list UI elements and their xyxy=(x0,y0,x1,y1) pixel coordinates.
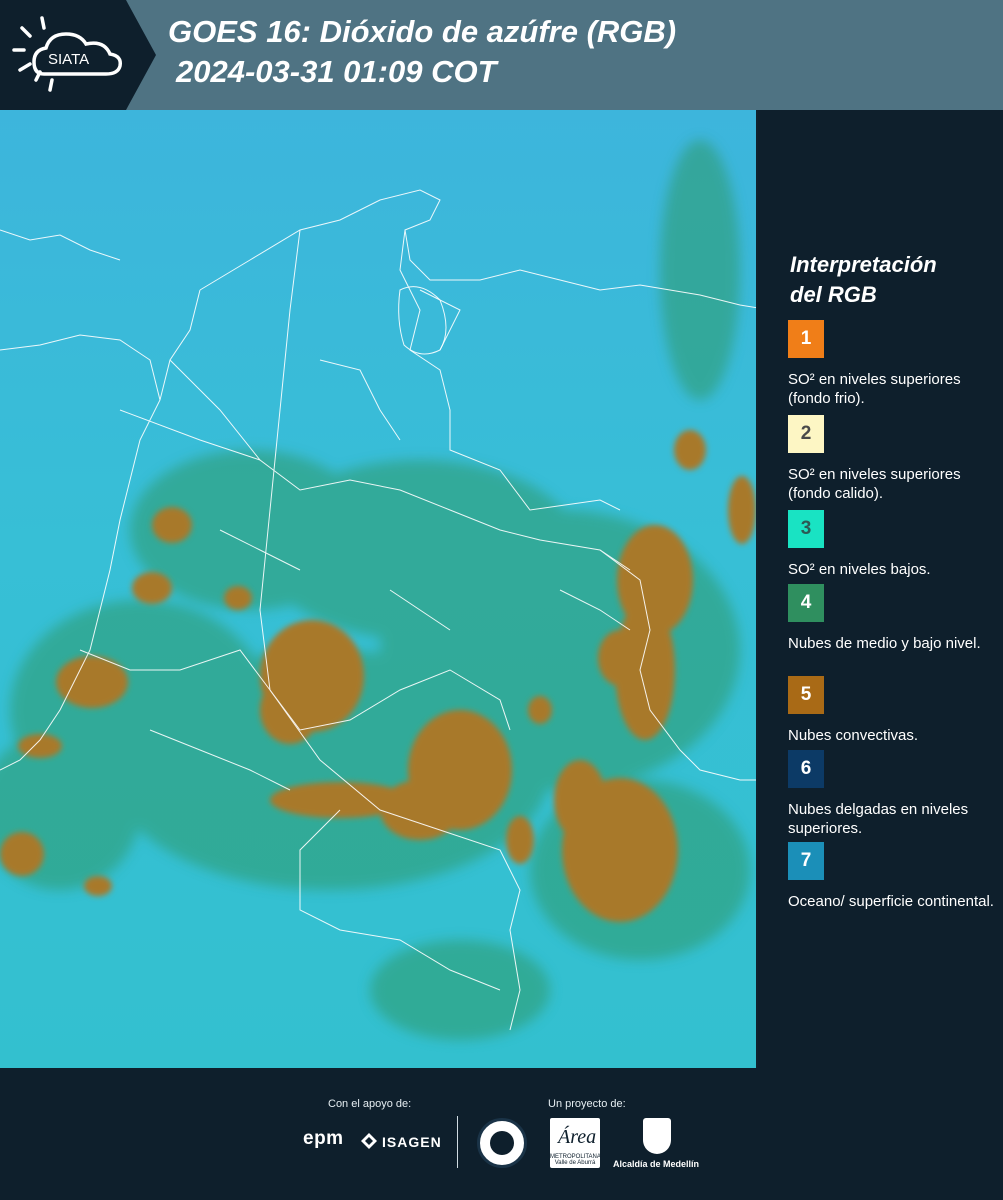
legend-item-7: 7 Oceano/ superficie continental. xyxy=(788,842,998,911)
header-bar: SIATA GOES 16: Dióxido de azúfre (RGB) 2… xyxy=(0,0,1003,110)
legend-swatch-4: 4 xyxy=(788,584,824,622)
legend-panel: Interpretación del RGB 1 SO² en niveles … xyxy=(758,110,1003,1068)
support-label: Con el apoyo de: xyxy=(328,1098,412,1110)
legend-swatch-1: 1 xyxy=(788,320,824,358)
legend-number-4: 4 xyxy=(800,592,812,613)
legend-item-3: 3 SO² en niveles bajos. xyxy=(788,510,998,579)
legend-text-1: SO² en niveles superiores (fondo frio). xyxy=(788,371,961,407)
legend-item-5: 5 Nubes convectivas. xyxy=(788,676,998,745)
siata-logo: SIATA xyxy=(0,0,160,110)
legend-item-2: 2 SO² en niveles superiores (fondo calid… xyxy=(788,415,998,503)
isagen-text: ISAGEN xyxy=(382,1134,442,1150)
area-logo-text: Área xyxy=(558,1126,597,1148)
project-label: Un proyecto de: xyxy=(548,1098,626,1110)
legend-number-3: 3 xyxy=(800,518,812,539)
legend-title: Interpretación del RGB xyxy=(790,250,990,310)
legend-text-3: SO² en niveles bajos. xyxy=(788,561,931,578)
legend-item-1: 1 SO² en niveles superiores (fondo frio)… xyxy=(788,320,998,408)
legend-item-6: 6 Nubes delgadas en niveles superiores. xyxy=(788,750,998,838)
alcaldia-label: Alcaldía de Medellín xyxy=(613,1159,700,1169)
legend-title-line1: Interpretación xyxy=(790,252,937,277)
footer: Con el apoyo de: Un proyecto de: epm ISA… xyxy=(0,1068,1003,1200)
footer-divider xyxy=(457,1116,458,1168)
legend-swatch-2: 2 xyxy=(788,415,824,453)
legend-item-4: 4 Nubes de medio y bajo nivel. xyxy=(788,584,998,653)
alcaldia-crest-icon xyxy=(643,1118,671,1154)
isagen-logo: ISAGEN xyxy=(360,1132,442,1150)
legend-text-7: Oceano/ superficie continental. xyxy=(788,893,994,910)
legend-text-2: SO² en niveles superiores (fondo calido)… xyxy=(788,466,961,502)
legend-text-4: Nubes de medio y bajo nivel. xyxy=(788,635,981,652)
legend-text-5: Nubes convectivas. xyxy=(788,727,919,744)
legend-swatch-3: 3 xyxy=(788,510,824,548)
legend-number-5: 5 xyxy=(800,684,812,705)
legend-text-6: Nubes delgadas en niveles superiores. xyxy=(788,801,969,837)
legend-number-1: 1 xyxy=(800,328,812,349)
epm-logo: epm xyxy=(303,1128,344,1149)
legend-title-line2: del RGB xyxy=(790,282,877,307)
area-caption: METROPOLITANA Valle de Aburrá xyxy=(550,1154,601,1166)
legend-number-2: 2 xyxy=(800,423,812,444)
legend-swatch-7: 7 xyxy=(788,842,824,880)
isagen-icon xyxy=(361,1133,377,1149)
legend-swatch-6: 6 xyxy=(788,750,824,788)
legend-number-6: 6 xyxy=(800,758,812,779)
siata-logo-text: SIATA xyxy=(48,51,89,68)
area-metropolitana-logo: Área METROPOLITANA Valle de Aburrá xyxy=(550,1118,601,1168)
city-seal-icon xyxy=(477,1118,527,1168)
legend-number-7: 7 xyxy=(800,850,812,871)
satellite-map xyxy=(0,110,758,1068)
page-title: GOES 16: Dióxido de azúfre (RGB) xyxy=(168,14,677,49)
image-datetime: 2024-03-31 01:09 COT xyxy=(176,54,497,89)
legend-swatch-5: 5 xyxy=(788,676,824,714)
